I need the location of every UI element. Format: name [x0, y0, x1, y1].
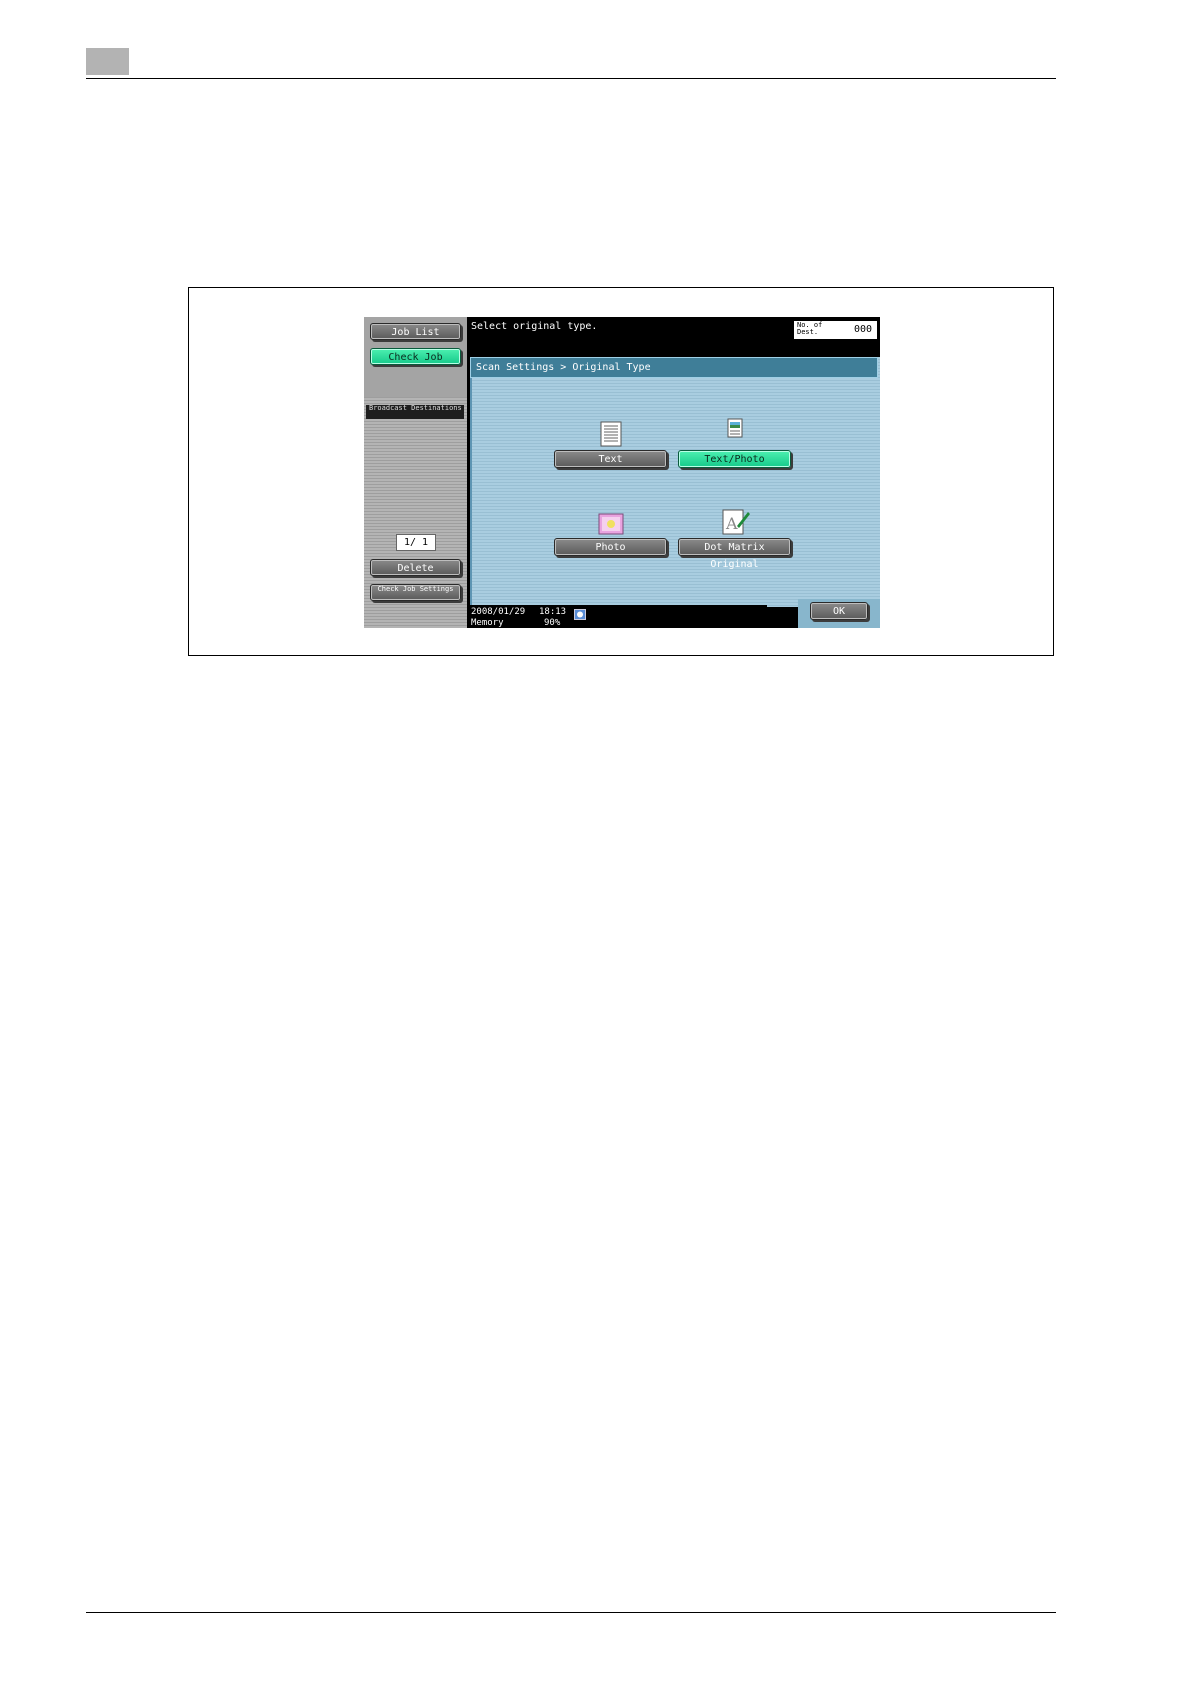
text-photo-document-icon	[727, 418, 743, 442]
control-panel-screen: Job List Check Job Broadcast Destination…	[364, 317, 880, 628]
instruction-text: Select original type.	[471, 321, 598, 332]
left-sidebar: Job List Check Job Broadcast Destination…	[364, 317, 467, 628]
destination-count-value: 000	[853, 324, 872, 335]
text-document-icon	[600, 421, 622, 451]
breadcrumb: Scan Settings > Original Type	[470, 357, 878, 378]
svg-text:A: A	[725, 514, 738, 533]
network-status-icon	[574, 605, 586, 624]
check-job-settings-button[interactable]: Check Job Settings	[370, 584, 461, 601]
photo-icon	[598, 513, 624, 539]
memory-label: Memory	[471, 618, 504, 628]
delete-button[interactable]: Delete	[370, 559, 461, 576]
broadcast-destinations-label: Broadcast Destinations	[366, 405, 464, 419]
memory-value: 90%	[544, 618, 561, 628]
header-rule	[86, 78, 1056, 79]
dot-matrix-option-button[interactable]: Dot Matrix Original	[678, 538, 791, 570]
destination-count-label: No. of Dest.	[797, 321, 823, 336]
status-date: 2008/01/29	[471, 607, 526, 617]
dot-matrix-icon: A	[721, 508, 751, 540]
status-time: 18:13	[539, 607, 567, 617]
job-list-button[interactable]: Job List	[370, 323, 461, 340]
check-job-button[interactable]: Check Job	[370, 348, 461, 365]
page-counter: 1/ 1	[396, 534, 436, 551]
footer-rule	[86, 1612, 1056, 1613]
destination-count-box: No. of Dest. 000	[794, 321, 877, 339]
photo-option-button[interactable]: Photo	[554, 538, 667, 556]
main-panel	[470, 357, 880, 607]
text-option-button[interactable]: Text	[554, 450, 667, 468]
ok-button[interactable]: OK	[810, 602, 868, 620]
page-tab-marker	[86, 48, 129, 75]
text-photo-option-button[interactable]: Text/Photo	[678, 450, 791, 468]
